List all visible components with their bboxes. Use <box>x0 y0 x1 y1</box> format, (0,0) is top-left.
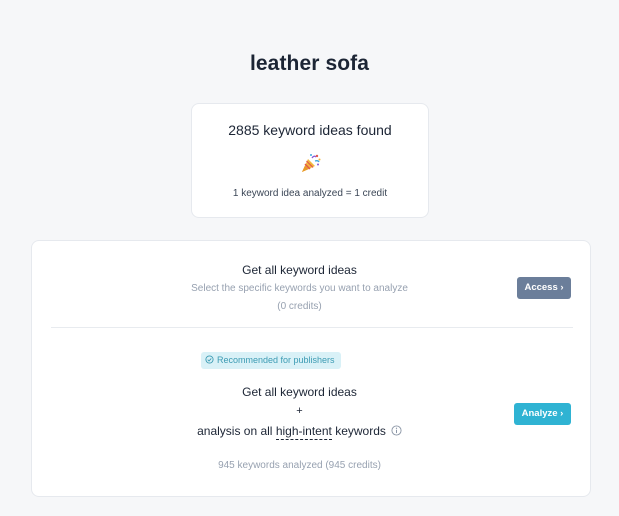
page-title: leather sofa <box>249 52 370 75</box>
basic-option-title: Get all keyword ideas <box>242 263 357 277</box>
high-intent-term[interactable]: high-intent <box>275 424 332 440</box>
full-option-credits: 945 keywords analyzed (945 credits) <box>218 460 381 471</box>
full-option-title: Get all keyword ideas <box>242 385 357 399</box>
summary-card: 2885 keyword ideas found 1 keyword idea … <box>191 103 429 218</box>
basic-option-subtitle: Select the specific keywords you want to… <box>191 283 408 294</box>
basic-option-credits: (0 credits) <box>277 301 322 312</box>
check-circle-icon <box>205 355 214 364</box>
plus-sign: + <box>296 405 303 417</box>
party-popper-icon <box>302 154 321 172</box>
info-icon[interactable] <box>391 425 402 436</box>
keyword-ideas-found-text: 2885 keyword ideas found <box>228 122 392 138</box>
analysis-description: analysis on all high-intent keywords <box>32 424 567 440</box>
analyze-button[interactable]: Analyze › <box>514 403 571 425</box>
credit-note: 1 keyword idea analyzed = 1 credit <box>232 188 388 199</box>
divider <box>51 327 573 328</box>
analysis-prefix: analysis on all <box>197 424 276 438</box>
recommended-badge: Recommended for publishers <box>201 352 341 369</box>
access-button[interactable]: Access › <box>517 277 571 299</box>
recommended-badge-label: Recommended for publishers <box>217 355 335 365</box>
options-card: Get all keyword ideas Select the specifi… <box>31 240 591 497</box>
analysis-suffix: keywords <box>331 424 386 438</box>
